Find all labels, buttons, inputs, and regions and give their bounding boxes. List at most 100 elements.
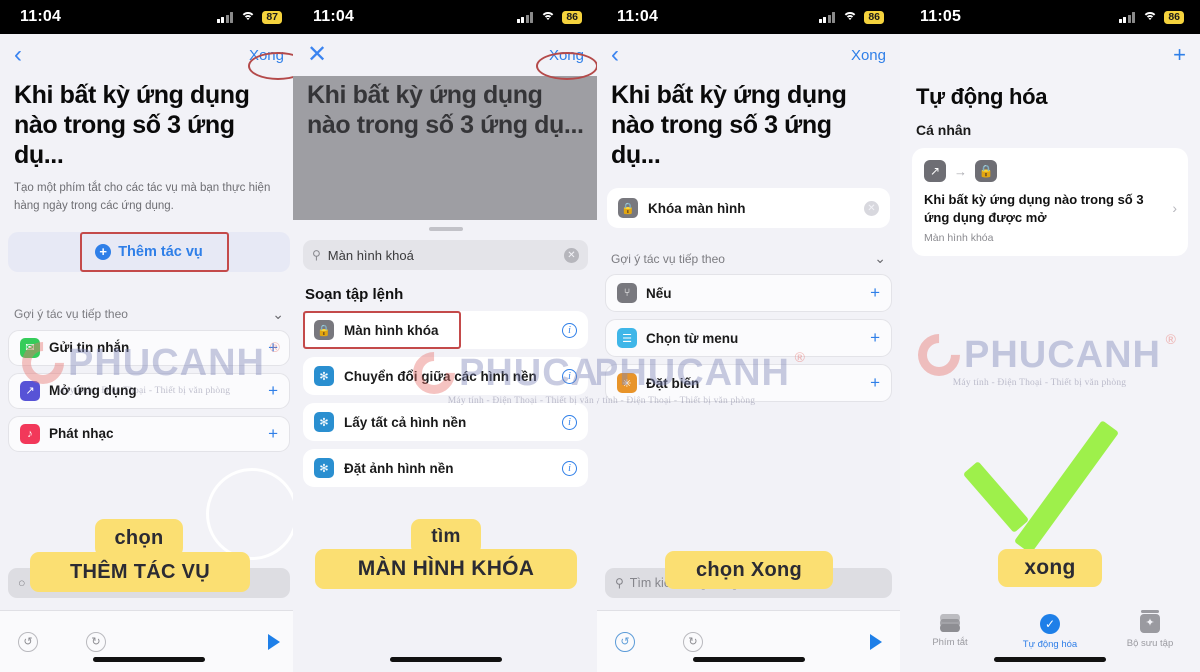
chevron-right-icon[interactable]: › [1172, 200, 1177, 216]
add-action-label: Thêm tác vụ [118, 243, 203, 260]
automation-check-icon: ✓ [1040, 614, 1060, 634]
automation-icons: ↗ → 🔒 [924, 160, 1176, 182]
section-title: Soạn tập lệnh [305, 286, 404, 303]
list-item[interactable]: ✻ Đặt ảnh hình nền i [303, 449, 588, 487]
wallpaper-icon: ✻ [314, 458, 334, 478]
list-item[interactable]: ↗ Mở ứng dụng + [8, 372, 290, 409]
tab-automation[interactable]: ✓ Tự động hóa [1000, 614, 1100, 650]
nav-bar-4: + [900, 34, 1200, 76]
automation-name: Khi bất kỳ ứng dụng nào trong số 3 ứng d… [924, 192, 1144, 225]
search-icon: ⚲ [312, 248, 321, 262]
app-screen-3: ‹ Xong Khi bất kỳ ứng dụng nào trong số … [597, 34, 900, 672]
status-indicators: 86 [516, 10, 582, 24]
list-item[interactable]: ⑂ Nếu + [605, 274, 892, 312]
automation-card[interactable]: ↗ → 🔒 Khi bất kỳ ứng dụng nào trong số 3… [912, 148, 1188, 256]
add-icon[interactable]: + [268, 338, 278, 358]
list-item[interactable]: ✉ Gửi tin nhắn + [8, 329, 290, 366]
tab-label: Bộ sưu tập [1126, 638, 1174, 649]
run-icon[interactable] [268, 633, 280, 650]
lock-icon: 🔒 [314, 320, 334, 340]
list-item-label: Chọn từ menu [646, 330, 739, 346]
sheet-grabber[interactable] [428, 227, 463, 231]
home-indicator [389, 657, 502, 662]
section-title: Cá nhân [916, 122, 972, 138]
tab-label: Tự động hóa [1022, 639, 1078, 650]
wifi-icon [1142, 11, 1158, 23]
close-x-icon[interactable]: ✕ [307, 43, 327, 67]
lock-icon: 🔒 [618, 198, 638, 218]
action-picker-sheet: ⚲ Màn hình khoá ✕ Soạn tập lệnh 🔒 Màn hì… [293, 220, 598, 672]
gallery-box-icon: ✦ [1140, 610, 1160, 633]
list-item-label: Lấy tất cả hình nền [344, 414, 467, 430]
chevron-down-icon[interactable]: ⌄ [272, 306, 284, 323]
arrow-right-icon: → [954, 163, 967, 179]
home-indicator [692, 657, 805, 662]
done-button[interactable]: Xong [851, 47, 886, 64]
annotation-label-main: THÊM TÁC VỤ [30, 552, 250, 592]
annotation-label-main: MÀN HÌNH KHÓA [315, 549, 577, 589]
page-title: Tự động hóa [916, 84, 1048, 109]
tab-gallery[interactable]: ✦ Bộ sưu tập [1100, 610, 1200, 649]
editor-toolbar-3: ↺ ↻ [597, 610, 900, 672]
status-bar-4: 11:05 86 [900, 0, 1200, 34]
clear-icon[interactable]: ✕ [564, 247, 579, 263]
selected-action-card[interactable]: 🔒 Khóa màn hình ✕ [607, 188, 890, 228]
info-icon[interactable]: i [562, 460, 577, 476]
status-bar-2: 11:04 86 [293, 0, 598, 34]
wifi-icon [240, 11, 256, 23]
watermark-brand: PHUCANH® [964, 331, 1177, 376]
clear-icon[interactable]: ✕ [864, 200, 879, 216]
list-item-label: Gửi tin nhắn [49, 340, 130, 356]
list-item[interactable]: ✳ Đặt biến + [605, 364, 892, 402]
app-screen-2: ✕ Xong Khi bất kỳ ứng dụng nào trong số … [293, 34, 598, 672]
undo-icon[interactable]: ↺ [615, 631, 635, 652]
list-item[interactable]: 🔒 Màn hình khóa i [303, 311, 588, 349]
add-icon[interactable]: + [870, 283, 880, 303]
list-item[interactable]: ♪ Phát nhạc + [8, 415, 290, 452]
chevron-left-icon[interactable]: ‹ [14, 43, 22, 67]
phone-panel-3: 11:04 86 ‹ Xong Khi bất kỳ ứng dụng nào … [597, 0, 900, 672]
add-icon[interactable]: + [870, 328, 880, 348]
info-icon[interactable]: i [562, 414, 577, 430]
page-description: Tạo một phím tắt cho các tác vụ mà bạn t… [14, 182, 271, 212]
app-screen-1: ‹ Xong Khi bất kỳ ứng dụng nào trong số … [0, 34, 298, 672]
tab-shortcuts[interactable]: Phím tắt [900, 614, 1000, 648]
done-button[interactable]: Xong [549, 47, 584, 64]
wifi-icon [540, 11, 556, 23]
list-item[interactable]: ☰ Chọn từ menu + [605, 319, 892, 357]
add-action-button[interactable]: + Thêm tác vụ [8, 231, 290, 272]
list-item-label: Chuyển đổi giữa các hình nền [344, 368, 537, 384]
cellular-signal-icon [818, 11, 836, 23]
add-icon[interactable]: + [268, 424, 278, 444]
nav-bar-3: ‹ Xong [597, 34, 900, 76]
add-icon[interactable]: + [870, 373, 880, 393]
plus-icon[interactable]: + [1173, 44, 1186, 66]
search-value: Màn hình khoá [327, 247, 414, 263]
suggestions-header-3: Gợi ý tác vụ tiếp theo ⌄ [597, 250, 900, 267]
undo-icon[interactable]: ↺ [18, 631, 38, 652]
chevron-down-icon[interactable]: ⌄ [874, 250, 886, 267]
search-input[interactable]: ⚲ Màn hình khoá ✕ [303, 240, 588, 270]
chevron-left-icon[interactable]: ‹ [611, 43, 619, 67]
info-icon[interactable]: i [562, 322, 577, 338]
info-icon[interactable]: i [562, 368, 577, 384]
status-indicators: 86 [818, 10, 884, 24]
status-time: 11:04 [617, 8, 659, 25]
list-item-label: Nếu [646, 285, 672, 301]
redo-icon[interactable]: ↻ [86, 631, 106, 652]
redo-icon[interactable]: ↻ [683, 631, 703, 652]
status-time: 11:05 [920, 8, 962, 25]
phone-panel-2: 11:04 86 ✕ Xong Khi bất kỳ ứng dụng nào … [293, 0, 598, 672]
annotation-label-main: xong [998, 549, 1102, 587]
brand-logo-icon [909, 325, 969, 385]
add-icon[interactable]: + [268, 381, 278, 401]
run-icon[interactable] [870, 633, 882, 650]
battery-badge: 86 [562, 10, 582, 24]
suggestions-title: Gợi ý tác vụ tiếp theo [611, 251, 725, 266]
done-button[interactable]: Xong [249, 47, 284, 64]
watermark-tagline: Máy tính - Điện Thoại - Thiết bị văn phò… [952, 378, 1127, 388]
list-item[interactable]: ✻ Chuyển đổi giữa các hình nền i [303, 357, 588, 395]
list-item[interactable]: ✻ Lấy tất cả hình nền i [303, 403, 588, 441]
phone-panel-4: 11:05 86 + Tự động hóa Cá nhân ↗ → 🔒 Khi… [900, 0, 1200, 672]
status-indicators: 87 [216, 10, 282, 24]
